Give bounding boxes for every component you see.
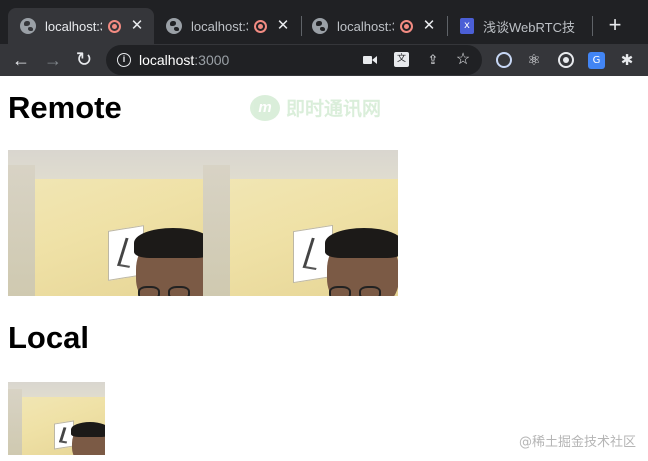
url-host: localhost <box>139 52 195 68</box>
recording-indicator-icon <box>254 19 267 33</box>
tab-localhost-3[interactable]: localhost:3 ✕ <box>300 8 446 44</box>
address-bar[interactable]: i localhost:3000 文 ⇪ ☆ <box>106 45 482 75</box>
watermark-logo: m <box>250 94 280 121</box>
watermark: m 即时通讯网 <box>250 94 381 121</box>
puzzle-icon[interactable]: ✱ <box>617 50 637 70</box>
google-translate-icon[interactable]: G <box>588 52 605 69</box>
person-glasses <box>329 286 351 296</box>
reload-button[interactable]: ↻ <box>72 48 96 72</box>
globe-icon <box>166 18 182 34</box>
person-hair <box>325 228 398 258</box>
watermark-text: 即时通讯网 <box>286 98 382 120</box>
tab-close-icon[interactable]: ✕ <box>276 18 290 33</box>
new-tab-button[interactable]: + <box>604 14 626 36</box>
forward-button[interactable]: → <box>41 48 65 72</box>
remote-heading: Remote <box>8 90 122 125</box>
tab-localhost-2[interactable]: localhost:3 ✕ <box>154 8 300 44</box>
tab-strip: localhost:3 ✕ localhost:3 ✕ localhost:3 … <box>0 0 648 44</box>
doc-icon: x <box>460 18 474 34</box>
tab-title: localhost:3 <box>337 18 394 34</box>
browser-toolbar: ← → ↻ i localhost:3000 文 ⇪ ☆ ⚛ G ✱ <box>0 44 648 76</box>
tab-title: localhost:3 <box>191 18 248 34</box>
tab-title: localhost:3 <box>45 18 102 34</box>
share-icon[interactable]: ⇪ <box>423 50 443 70</box>
camera-icon[interactable] <box>360 50 380 70</box>
recording-indicator-icon <box>400 19 413 33</box>
globe-icon <box>312 18 328 34</box>
tab-title: 浅谈WebRTC技 <box>483 19 575 35</box>
ring-extension-icon[interactable] <box>494 50 514 70</box>
video-wall-left <box>203 164 231 296</box>
person-glasses <box>359 286 381 296</box>
person-hair <box>134 228 203 258</box>
recording-indicator-icon <box>108 19 121 33</box>
target-icon[interactable] <box>556 50 576 70</box>
tab-close-icon[interactable]: ✕ <box>422 18 436 33</box>
url-port: :3000 <box>194 52 230 68</box>
local-heading: Local <box>8 320 89 355</box>
person-glasses <box>138 286 160 296</box>
url-text[interactable]: localhost:3000 <box>139 52 229 68</box>
tab-close-icon[interactable]: ✕ <box>130 18 144 33</box>
local-video[interactable] <box>8 382 105 455</box>
translate-icon[interactable]: 文 <box>394 52 409 67</box>
page-content: m 即时通讯网 Remote Local @稀土掘金技术社区 <box>0 76 648 461</box>
react-icon[interactable]: ⚛ <box>524 50 544 70</box>
remote-video-1[interactable] <box>8 150 203 296</box>
tab-localhost-1[interactable]: localhost:3 ✕ <box>8 8 154 44</box>
tab-webrtc-article[interactable]: x 浅谈WebRTC技 <box>448 8 594 44</box>
video-wall-left <box>8 389 22 455</box>
credit-watermark: @稀土掘金技术社区 <box>518 435 636 450</box>
globe-icon <box>20 18 36 34</box>
person-hair <box>71 422 105 437</box>
remote-video-2[interactable] <box>203 150 398 296</box>
person-glasses <box>168 286 190 296</box>
star-icon[interactable]: ☆ <box>453 50 473 70</box>
tab-separator <box>592 16 593 36</box>
video-wall-left <box>8 164 36 296</box>
back-button[interactable]: ← <box>9 48 33 72</box>
site-info-icon[interactable]: i <box>117 53 131 67</box>
